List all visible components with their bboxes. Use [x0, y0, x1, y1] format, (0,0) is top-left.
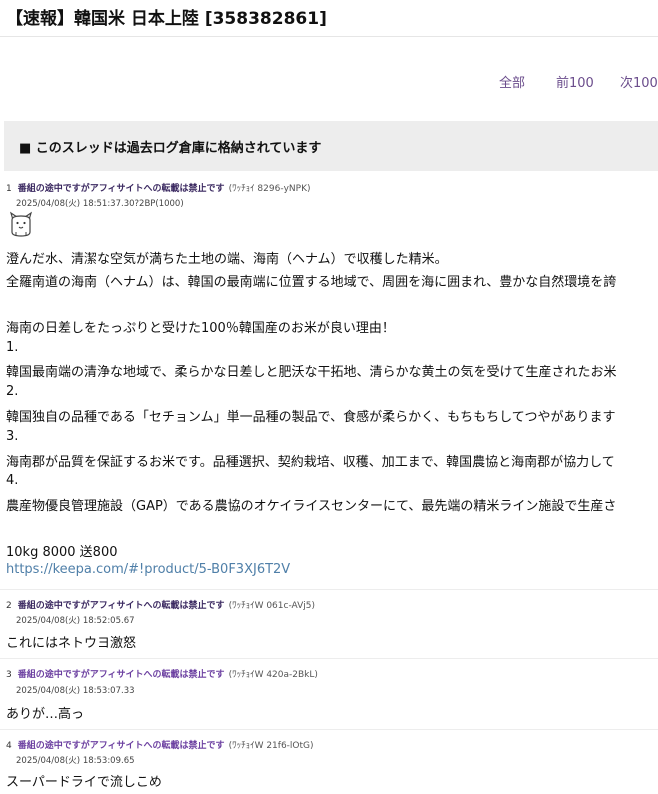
post-body-line: 3.	[6, 429, 19, 444]
post-date[interactable]: 2025/04/08(火) 18:51:37.30?2BP(1000)	[16, 197, 184, 209]
post-body-line: 韓国独自の品種である「セチョンム」単一品種の製品で、食感が柔らかく、もちもちして…	[6, 410, 616, 425]
post-body-line: スーパードライで流しこめ	[6, 775, 162, 790]
post-number[interactable]: 4	[6, 741, 12, 751]
poster-id[interactable]: (ﾜｯﾁｮｲW 420a-2BkL)	[229, 670, 318, 680]
post-body-line: 海南の日差しをたっぷりと受けた100％韓国産のお米が良い理由！	[6, 321, 395, 336]
archive-notice-banner: ■ このスレッドは過去ログ倉庫に格納されています	[4, 121, 658, 171]
post-body-line: 2.	[6, 384, 19, 399]
poster-id[interactable]: (ﾜｯﾁｮｲW 21f6-lOtG)	[229, 741, 314, 751]
post-body-line: ありが…高っ	[6, 707, 85, 722]
post-body-line: これにはネトウヨ激怒	[6, 636, 137, 651]
post-header: 4 番組の途中ですがアフィサイトへの転載は禁止です (ﾜｯﾁｮｲW 21f6-lOt…	[6, 738, 314, 751]
post-body-line: 澄んだ水、清潔な空気が満ちた土地の端、海南（ヘナム）で収穫した精米。	[6, 252, 448, 267]
post-body-line: 農産物優良管理施設（GAP）である農協のオケイライスセンターにて、最先端の精米ラ…	[6, 499, 617, 514]
pager-next100-link[interactable]: 次100	[620, 72, 658, 91]
poster-name: 番組の途中ですがアフィサイトへの転載は禁止です	[17, 601, 225, 611]
post-body-line: 4.	[6, 473, 19, 488]
title-divider	[0, 36, 658, 37]
post-body-line: 1.	[6, 340, 19, 355]
poster-id[interactable]: (ﾜｯﾁｮｲW 061c-AVj5)	[229, 601, 315, 611]
post-header: 3 番組の途中ですがアフィサイトへの転載は禁止です (ﾜｯﾁｮｲW 420a-2Bk…	[6, 667, 318, 680]
post-body-line: 韓国最南端の清浄な地域で、柔らかな日差しと肥沃な干拓地、清らかな黄土の気を受けて…	[6, 365, 617, 380]
post-header: 1 番組の途中ですがアフィサイトへの転載は禁止です (ﾜｯﾁｮｲ 8296-yNPK…	[6, 181, 311, 194]
pager-prev100-link[interactable]: 前100	[556, 72, 594, 91]
post-number[interactable]: 3	[6, 670, 12, 680]
post-header: 2 番組の途中ですがアフィサイトへの転載は禁止です (ﾜｯﾁｮｲW 061c-AVj…	[6, 598, 315, 611]
post-date[interactable]: 2025/04/08(火) 18:53:09.65	[16, 754, 135, 766]
poster-id[interactable]: (ﾜｯﾁｮｲ 8296-yNPK)	[229, 184, 311, 194]
be-icon[interactable]	[8, 210, 34, 238]
post-divider	[0, 729, 658, 730]
post-number[interactable]: 1	[6, 184, 12, 194]
post-body-line: 10kg 8000 送800	[6, 545, 118, 560]
post-date[interactable]: 2025/04/08(火) 18:52:05.67	[16, 614, 135, 626]
archive-notice-text: ■ このスレッドは過去ログ倉庫に格納されています	[19, 141, 322, 156]
poster-name-link[interactable]: 番組の途中ですがアフィサイトへの転載は禁止です	[18, 741, 225, 751]
product-link[interactable]: https://keepa.com/#!product/5-B0F3XJ6T2V	[6, 562, 290, 577]
poster-name-link[interactable]: 番組の途中ですがアフィサイトへの転載は禁止です	[18, 670, 225, 680]
post-divider	[0, 658, 658, 659]
poster-name: 番組の途中ですがアフィサイトへの転載は禁止です	[17, 184, 225, 194]
pager-all-link[interactable]: 全部	[499, 72, 525, 91]
post-body-line: 海南郡が品質を保証するお米です。品種選択、契約栽培、収穫、加工まで、韓国農協と海…	[6, 455, 615, 470]
post-date[interactable]: 2025/04/08(火) 18:53:07.33	[16, 684, 135, 696]
post-number[interactable]: 2	[6, 601, 12, 611]
thread-title: 【速報】韓国米 日本上陸 [358382861]	[6, 9, 327, 29]
post-body-line: 全羅南道の海南（ヘナム）は、韓国の最南端に位置する地域で、周囲を海に囲まれ、豊か…	[6, 275, 617, 290]
post-divider	[0, 589, 658, 590]
